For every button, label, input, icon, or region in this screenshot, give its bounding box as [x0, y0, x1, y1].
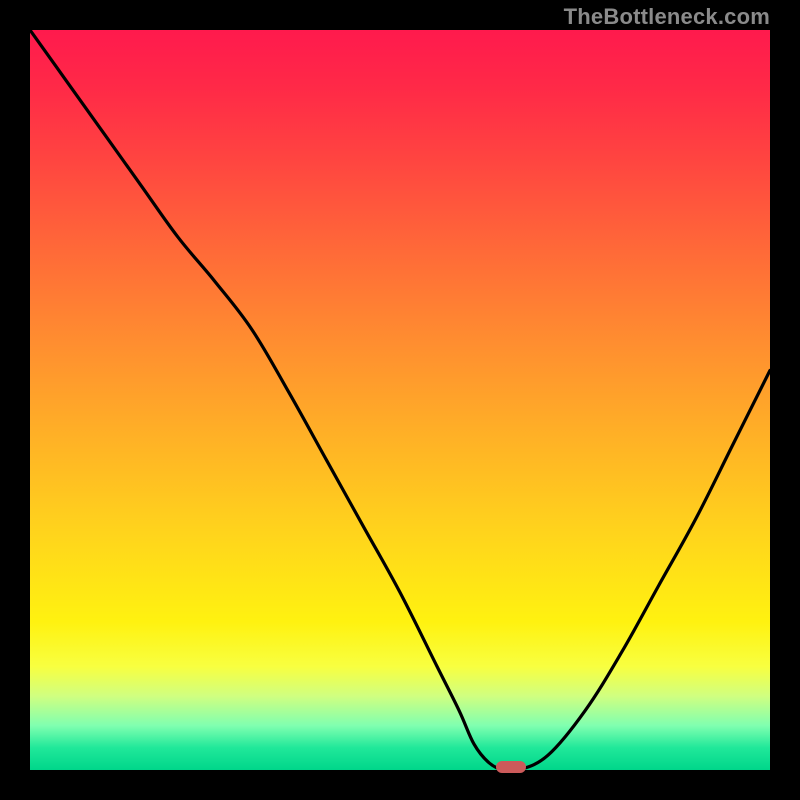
min-marker-icon — [496, 761, 526, 773]
curve-path — [30, 30, 770, 770]
bottleneck-curve — [30, 30, 770, 770]
chart-frame: TheBottleneck.com — [0, 0, 800, 800]
plot-area — [30, 30, 770, 770]
watermark-text: TheBottleneck.com — [564, 4, 770, 30]
